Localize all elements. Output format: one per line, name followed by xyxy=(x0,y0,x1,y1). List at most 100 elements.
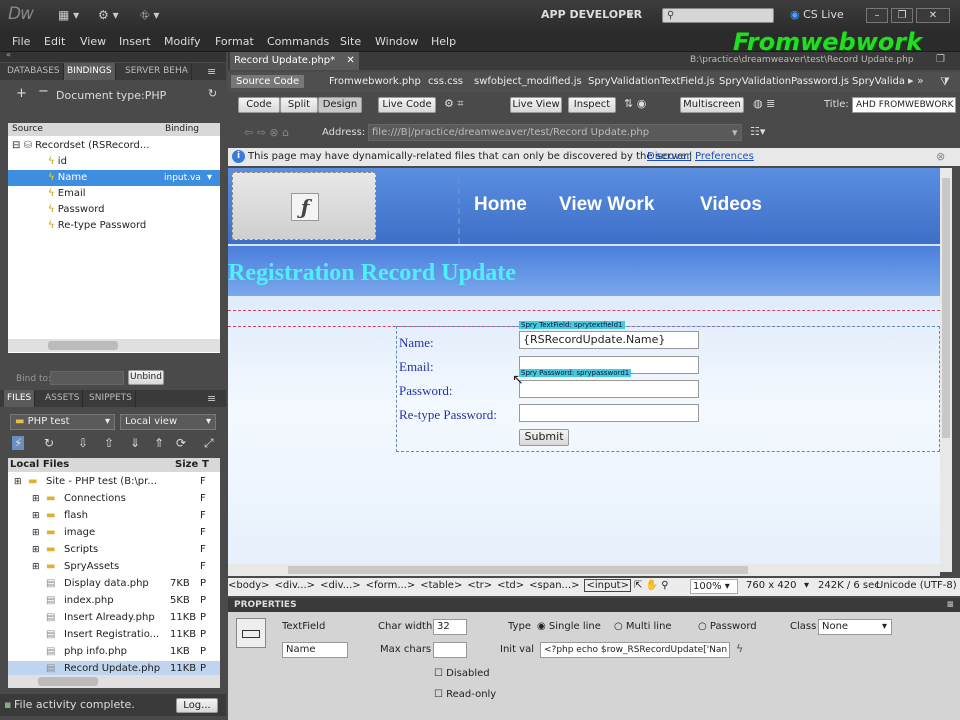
tag-item[interactable]: <tr> xyxy=(467,580,492,591)
readonly-checkbox[interactable]: ☐ Read-only xyxy=(434,689,496,700)
file-row[interactable]: ▤ Insert Registratio... 11KB P xyxy=(8,627,220,643)
menu-insert[interactable]: Insert xyxy=(119,35,151,48)
select-tool-icon[interactable]: ⇱ ✋ ⚲ xyxy=(634,580,669,591)
discover-link[interactable]: Discover xyxy=(647,151,691,162)
panel-menu-icon[interactable]: ≡ xyxy=(207,65,216,78)
menu-edit[interactable]: Edit xyxy=(44,35,65,48)
live-view-button[interactable]: Live View xyxy=(510,97,562,113)
menu-help[interactable]: Help xyxy=(431,35,456,48)
connect-icon[interactable]: ⚡ xyxy=(12,436,25,450)
visual-aids-icon[interactable]: ◍ ≣ xyxy=(753,97,775,110)
expand-icon[interactable]: ⊞ xyxy=(14,474,22,490)
site-icon[interactable]: ⛗ ▾ xyxy=(140,8,159,23)
tag-item[interactable]: <div...> xyxy=(275,580,316,591)
file-row[interactable]: ⊞ ▬ Scripts F xyxy=(8,542,220,558)
tag-item[interactable]: <td> xyxy=(497,580,524,591)
col-size[interactable]: Size xyxy=(175,458,198,472)
related-file[interactable]: Fromwebwork.php xyxy=(329,76,421,87)
disabled-checkbox[interactable]: ☐ Disabled xyxy=(434,668,490,679)
tag-item[interactable]: <table> xyxy=(420,580,462,591)
list-item[interactable]: ϟ Password xyxy=(8,202,220,218)
list-item[interactable]: ϟ Re-type Password xyxy=(8,218,220,234)
cs-live-button[interactable]: ◉ CS Live xyxy=(790,8,844,21)
add-binding-button[interactable]: + xyxy=(16,86,27,101)
collapse-icon[interactable]: « xyxy=(6,50,11,59)
password-input[interactable] xyxy=(519,380,699,398)
chevron-down-icon[interactable]: ▾ xyxy=(207,170,212,186)
name-field[interactable]: Name xyxy=(282,642,348,658)
tab-server-behaviors[interactable]: SERVER BEHA xyxy=(122,63,192,80)
gear-icon[interactable]: ⚙ ▾ xyxy=(98,8,119,22)
unbind-button[interactable]: Unbind xyxy=(128,370,164,385)
nav-videos[interactable]: Videos xyxy=(700,194,762,216)
minimize-button[interactable]: – xyxy=(866,8,888,23)
tab-snippets[interactable]: SNIPPETS xyxy=(86,390,136,407)
expand-icon[interactable]: ⊞ xyxy=(32,525,40,541)
workspace-switcher[interactable]: APP DEVELOPER xyxy=(541,8,642,21)
list-item[interactable]: ϟ Name input.va ▾ xyxy=(8,170,220,186)
site-select[interactable]: ▬ PHP test ▾ xyxy=(10,414,115,430)
check-browser-icon[interactable]: ⚙ ⌗ xyxy=(444,97,464,111)
retype-password-input[interactable] xyxy=(519,404,699,422)
live-code-button[interactable]: Live Code xyxy=(378,97,436,113)
menu-file[interactable]: File xyxy=(12,35,30,48)
menu-commands[interactable]: Commands xyxy=(267,35,329,48)
related-file[interactable]: SpryValidationPassword.js xyxy=(719,76,849,87)
name-input[interactable]: {RSRecordUpdate.Name} xyxy=(519,331,699,349)
init-val-input[interactable]: <?php echo $row_RSRecordUpdate['Nan xyxy=(540,642,730,658)
menu-view[interactable]: View xyxy=(80,35,106,48)
col-binding[interactable]: Binding xyxy=(165,123,199,136)
panel-menu-icon[interactable]: ≡ xyxy=(946,598,954,612)
log-button[interactable]: Log... xyxy=(176,698,218,713)
refresh-design-icon[interactable]: ⇅ ◉ xyxy=(624,97,646,110)
tab-bindings[interactable]: BINDINGS xyxy=(64,63,116,80)
related-file[interactable]: css.css xyxy=(428,76,463,87)
scrollbar[interactable] xyxy=(8,675,220,688)
maximize-button[interactable]: ❐ xyxy=(891,8,913,23)
restore-icon[interactable]: ❐ xyxy=(936,54,945,65)
remove-binding-button[interactable]: − xyxy=(38,84,49,99)
horizontal-scrollbar[interactable] xyxy=(228,564,940,576)
menu-window[interactable]: Window xyxy=(375,35,418,48)
address-input[interactable]: file:///B|/practice/dreamweaver/test/Rec… xyxy=(368,124,742,141)
nav-buttons[interactable]: ⇦ ⇨ ⊗ ⌂ xyxy=(244,126,289,139)
expand-icon[interactable]: ⊞ xyxy=(32,491,40,507)
tab-files[interactable]: FILES xyxy=(4,390,36,407)
col-local-files[interactable]: Local Files xyxy=(10,459,69,470)
title-input[interactable]: AHD FROMWEBWORK xyxy=(852,97,956,113)
flash-placeholder[interactable]: ƒ xyxy=(232,172,376,240)
split-view-button[interactable]: Split xyxy=(280,97,318,113)
layout-icon[interactable]: ▦ ▾ xyxy=(58,8,79,22)
menu-site[interactable]: Site xyxy=(340,35,361,48)
nav-view-work[interactable]: View Work xyxy=(559,194,654,216)
refresh-icon[interactable]: ↻ xyxy=(44,436,54,450)
more-files-icon[interactable]: ▸ » xyxy=(908,74,924,87)
menu-format[interactable]: Format xyxy=(215,35,254,48)
checkin-icon[interactable]: ⇑ xyxy=(154,436,164,450)
put-icon[interactable]: ⇧ xyxy=(104,436,114,450)
spry-textfield-tag[interactable]: Spry TextField: sprytextfield1 xyxy=(519,321,625,329)
sync-icon[interactable]: ⟳ xyxy=(176,436,186,450)
file-row[interactable]: ▤ Insert Already.php 11KB P xyxy=(8,610,220,626)
type-password[interactable]: ○ Password xyxy=(698,621,757,632)
tab-assets[interactable]: ASSETS xyxy=(42,390,84,407)
tag-item[interactable]: <body> xyxy=(228,580,270,591)
expand-icon[interactable]: ⊞ xyxy=(32,542,40,558)
spry-password-tag[interactable]: Spry Password: sprypassword1 xyxy=(519,369,632,377)
max-chars-input[interactable] xyxy=(433,642,467,658)
close-icon[interactable]: ⊗ xyxy=(936,150,945,163)
filter-icon[interactable]: ⧩ xyxy=(940,75,950,89)
related-file[interactable]: SpryValidationTextField.js xyxy=(588,76,715,87)
refresh-icon[interactable]: ↻ xyxy=(208,87,217,100)
file-row[interactable]: ⊞ ▬ Site - PHP test (B:\pr... F xyxy=(8,474,220,490)
menu-modify[interactable]: Modify xyxy=(164,35,200,48)
scrollbar[interactable] xyxy=(8,339,220,352)
list-item[interactable]: ϟ id xyxy=(8,154,220,170)
expand-icon[interactable]: ⤢ xyxy=(204,436,214,451)
related-source-code[interactable]: Source Code xyxy=(231,75,305,88)
tag-item[interactable]: <div...> xyxy=(320,580,361,591)
expand-icon[interactable]: ⊞ xyxy=(32,508,40,524)
checkout-icon[interactable]: ⇓ xyxy=(130,436,140,450)
zoom-select[interactable]: 100% ▾ xyxy=(690,579,738,594)
chevron-down-icon[interactable]: ▾ xyxy=(628,8,634,21)
